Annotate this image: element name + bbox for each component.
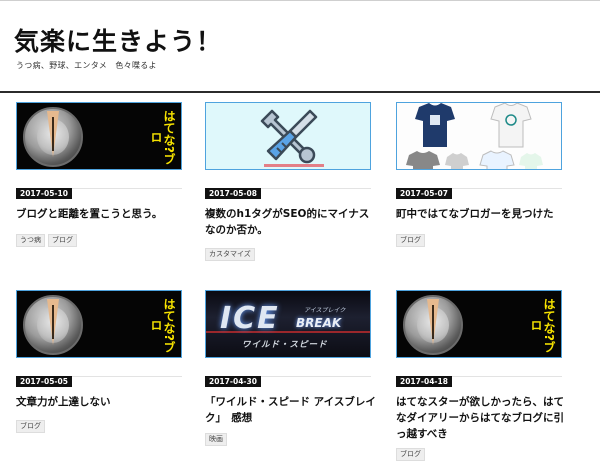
tag[interactable]: ブログ (48, 234, 77, 247)
tag[interactable]: うつ病 (16, 234, 45, 247)
poster-tagline: ワイルド・スピード (242, 340, 328, 350)
site-header: 気楽に生きよう！ うつ病、野球、エンタメ 色々喋るよ (0, 0, 600, 92)
post-title[interactable]: 町中ではてなブロガーを見つけた (396, 206, 568, 222)
pen-image: はてな?ブロ (17, 291, 181, 357)
post-thumbnail[interactable] (205, 102, 371, 170)
post-thumbnail[interactable] (396, 102, 562, 170)
tools-image (206, 103, 370, 169)
tag[interactable]: ブログ (16, 420, 45, 433)
post-thumbnail[interactable]: はてな?ブロ (16, 102, 182, 170)
post-date: 2017-05-10 (16, 188, 72, 199)
post-card[interactable]: はてな?ブロ 2017-05-05 文章力が上達しない ブログ (16, 290, 182, 450)
tag-list: ブログ (396, 448, 425, 461)
poster-subtitle: BREAK (296, 316, 342, 330)
pen-image: はてな?ブロ (17, 103, 181, 169)
post-card[interactable]: はてな?ブロ 2017-04-18 はてなスターが欲しかったら、はてなダイアリー… (396, 290, 564, 470)
post-date: 2017-04-30 (205, 376, 261, 387)
pen-image: はてな?ブロ (397, 291, 561, 357)
header-divider (0, 91, 600, 93)
tag[interactable]: カスタマイズ (205, 248, 255, 261)
tshirts-image (397, 103, 561, 169)
poster-title: ICE (220, 301, 280, 336)
post-date: 2017-05-07 (396, 188, 452, 199)
post-date: 2017-04-18 (396, 376, 452, 387)
post-date: 2017-05-05 (16, 376, 72, 387)
thumb-caption: はてな?ブロ (529, 297, 556, 353)
post-title[interactable]: はてなスターが欲しかったら、はてなダイアリーからはてなブログに引っ越すべき (396, 394, 568, 442)
tag-list: うつ病 ブログ (16, 234, 77, 247)
tag[interactable]: ブログ (396, 234, 425, 247)
thumb-caption: はてな?ブロ (149, 297, 176, 353)
post-thumbnail[interactable]: はてな?ブロ (396, 290, 562, 358)
tag[interactable]: ブログ (396, 448, 425, 461)
tag-list: ブログ (396, 234, 425, 247)
post-thumbnail[interactable]: はてな?ブロ (16, 290, 182, 358)
post-title[interactable]: 複数のh1タグがSEO的にマイナスなのか否か。 (205, 206, 377, 238)
post-card[interactable]: 2017-05-08 複数のh1タグがSEO的にマイナスなのか否か。 カスタマイ… (205, 102, 371, 262)
site-title[interactable]: 気楽に生きよう！ (14, 22, 222, 58)
tag-list: カスタマイズ (205, 248, 255, 261)
thumb-caption: はてな?ブロ (149, 109, 176, 165)
site-description: うつ病、野球、エンタメ 色々喋るよ (16, 61, 157, 70)
tshirt-icon (406, 103, 543, 169)
post-card[interactable]: ICE アイスブレイク BREAK ワイルド・スピード 2017-04-30 「… (205, 290, 376, 450)
wrench-screwdriver-icon (260, 109, 318, 164)
movie-poster: ICE アイスブレイク BREAK ワイルド・スピード (206, 291, 370, 357)
post-title[interactable]: 文章力が上達しない (16, 394, 188, 410)
post-card[interactable]: 2017-05-07 町中ではてなブロガーを見つけた ブログ (396, 102, 562, 262)
post-title[interactable]: ブログと距離を置こうと思う。 (16, 206, 188, 222)
post-date: 2017-05-08 (205, 188, 261, 199)
tag-list: 映画 (205, 433, 227, 446)
poster-small: アイスブレイク (304, 307, 346, 314)
post-card[interactable]: はてな?ブロ 2017-05-10 ブログと距離を置こうと思う。 うつ病 ブログ (16, 102, 182, 262)
tag-list: ブログ (16, 420, 45, 433)
post-title[interactable]: 「ワイルド・スピード アイスブレイク」 感想 (205, 394, 377, 426)
tag[interactable]: 映画 (205, 433, 227, 446)
post-thumbnail[interactable]: ICE アイスブレイク BREAK ワイルド・スピード (205, 290, 371, 358)
